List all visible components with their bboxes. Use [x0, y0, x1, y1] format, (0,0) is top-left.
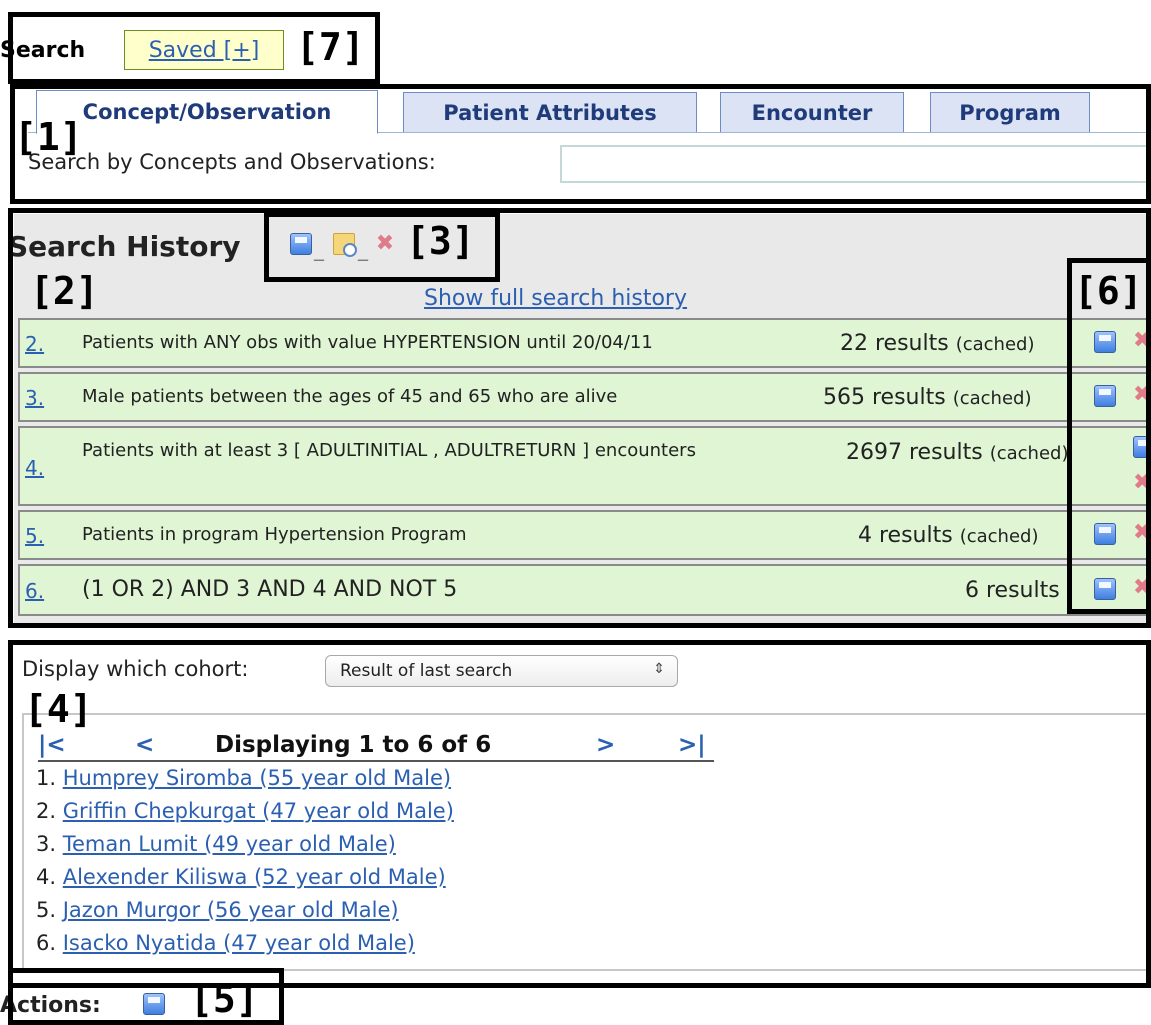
- annotation-box-4: [8, 640, 1151, 988]
- annotation-label-6: [6]: [1074, 269, 1143, 313]
- cohort-builder-page: Search Saved [+] Concept/Observation Pat…: [0, 0, 1151, 1025]
- annotation-label-5: [5]: [190, 977, 259, 1021]
- annotation-label-1: [1]: [14, 115, 83, 159]
- annotation-box-1: [10, 84, 1151, 204]
- annotation-label-7: [7]: [296, 25, 365, 69]
- annotation-box-2: [8, 208, 1151, 628]
- annotation-label-3: [3]: [406, 219, 475, 263]
- annotation-label-2: [2]: [30, 269, 99, 313]
- annotation-label-4: [4]: [24, 687, 93, 731]
